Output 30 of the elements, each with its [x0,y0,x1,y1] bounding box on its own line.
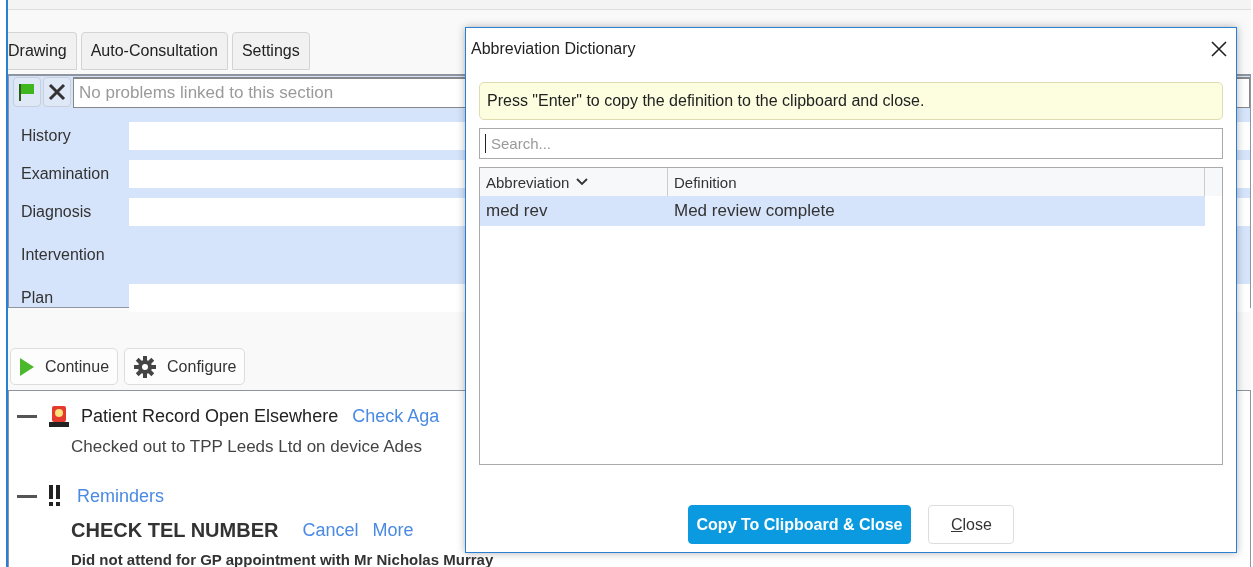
tab[interactable]: Auto-Consultation [80,32,228,70]
section-label: Intervention [20,246,106,264]
flag-button[interactable] [13,77,41,107]
flag-icon [18,82,36,102]
dialog-title: Abbreviation Dictionary [471,40,636,58]
section-label: Plan [20,289,55,307]
alert-link[interactable]: Check Aga [352,405,440,427]
tab[interactable]: Drawing [8,32,77,70]
configure-button[interactable]: Configure [124,348,246,385]
alert-detail: Checked out to TPP Leeds Ltd on device Ades [70,437,423,457]
close-icon [47,82,67,102]
section-label: Diagnosis [20,203,93,221]
alert-link[interactable]: Reminders [77,485,165,507]
close-button[interactable]: Close [928,505,1015,544]
siren-icon [47,404,71,428]
reminder-title: CHECK TEL NUMBER [71,519,279,542]
section-label: History [20,127,72,145]
tab[interactable]: Settings [231,32,310,70]
search-field[interactable]: Search... [479,128,1223,159]
hint-message: Press "Enter" to copy the definition to the clipboard and close. [479,82,1223,120]
continue-button[interactable]: Continue [10,348,119,385]
table-cell-text: med rev [485,201,549,221]
remove-button[interactable] [43,77,71,107]
table-cell-text: Med review complete [673,201,836,221]
section-label: Examination [20,165,111,183]
play-icon [19,356,35,377]
table-row[interactable]: med rev Med review complete [480,196,1205,226]
exclamation-icon [47,484,63,508]
gear-icon [133,354,158,379]
alert-title: Patient Record Open Elsewhere [81,405,339,427]
